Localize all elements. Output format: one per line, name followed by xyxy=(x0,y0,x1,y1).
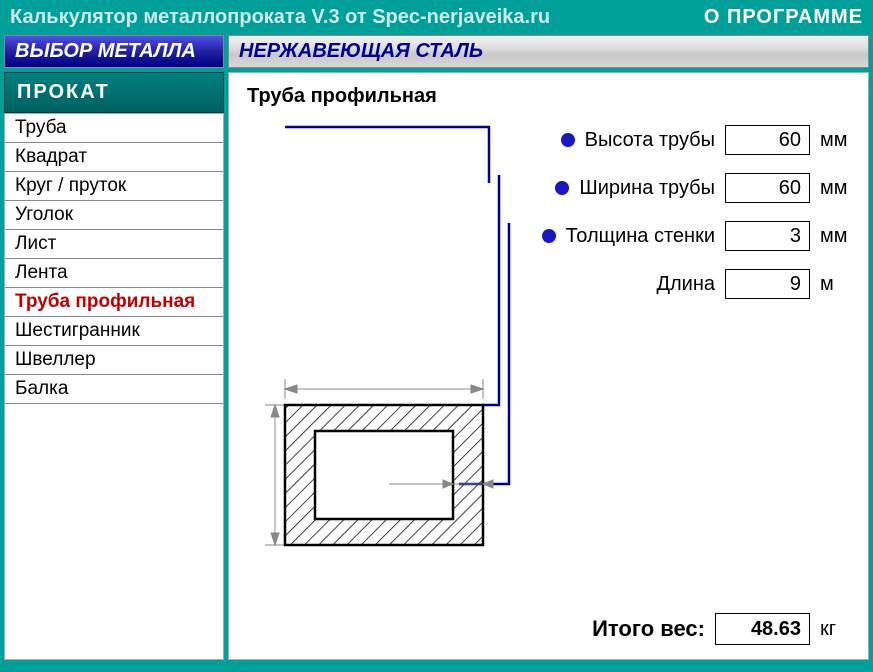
param-unit: мм xyxy=(820,177,850,200)
header-row: ВЫБОР МЕТАЛЛА НЕРЖАВЕЮЩАЯ СТАЛЬ xyxy=(4,35,869,68)
main-panel: Труба профильная xyxy=(228,72,869,660)
select-metal-header[interactable]: ВЫБОР МЕТАЛЛА xyxy=(4,35,224,68)
param-row: Высота трубы мм xyxy=(542,125,850,155)
sidebar-item[interactable]: Круг / пруток xyxy=(5,172,223,201)
sidebar-item[interactable]: Лента xyxy=(5,259,223,288)
material-header[interactable]: НЕРЖАВЕЮЩАЯ СТАЛЬ xyxy=(228,35,869,68)
param-input[interactable] xyxy=(725,221,810,251)
param-row: Длина м xyxy=(542,269,850,299)
param-row: Толщина стенки мм xyxy=(542,221,850,251)
param-label: Высота трубы xyxy=(585,129,715,152)
param-input[interactable] xyxy=(725,269,810,299)
result-row: Итого вес: 48.63 кг xyxy=(592,613,850,645)
sidebar-item[interactable]: Лист xyxy=(5,230,223,259)
sidebar-item[interactable]: Труба профильная xyxy=(5,288,223,317)
params-panel: Высота трубыммШирина трубыммТолщина стен… xyxy=(542,125,850,299)
param-input[interactable] xyxy=(725,125,810,155)
result-unit: кг xyxy=(820,618,850,641)
sidebar-item[interactable]: Труба xyxy=(5,114,223,143)
sidebar-item[interactable]: Шестигранник xyxy=(5,317,223,346)
sidebar: ПРОКАТ ТрубаКвадратКруг / прутокУголокЛи… xyxy=(4,72,224,660)
param-input[interactable] xyxy=(725,173,810,203)
bullet-icon xyxy=(561,133,575,147)
param-label: Толщина стенки xyxy=(566,225,715,248)
about-link[interactable]: О ПРОГРАММЕ xyxy=(704,6,863,29)
param-row: Ширина трубы мм xyxy=(542,173,850,203)
main-title: Труба профильная xyxy=(247,85,850,108)
bullet-icon xyxy=(542,229,556,243)
sidebar-item[interactable]: Швеллер xyxy=(5,346,223,375)
sidebar-item[interactable]: Квадрат xyxy=(5,143,223,172)
param-unit: мм xyxy=(820,129,850,152)
sidebar-header: ПРОКАТ xyxy=(4,72,224,113)
bullet-icon xyxy=(555,181,569,195)
sidebar-item[interactable]: Балка xyxy=(5,375,223,404)
sidebar-list: ТрубаКвадратКруг / прутокУголокЛистЛента… xyxy=(4,113,224,660)
param-unit: м xyxy=(820,273,850,296)
param-unit: мм xyxy=(820,225,850,248)
param-label: Длина xyxy=(656,273,715,296)
titlebar: Калькулятор металлопроката V.3 от Spec-n… xyxy=(4,4,869,35)
result-value: 48.63 xyxy=(715,613,810,645)
sidebar-item[interactable]: Уголок xyxy=(5,201,223,230)
param-label: Ширина трубы xyxy=(579,177,715,200)
app-window: Калькулятор металлопроката V.3 от Spec-n… xyxy=(0,0,873,672)
app-title: Калькулятор металлопроката V.3 от Spec-n… xyxy=(10,6,550,29)
result-label: Итого вес: xyxy=(592,616,705,642)
content-row: ПРОКАТ ТрубаКвадратКруг / прутокУголокЛи… xyxy=(4,72,869,660)
